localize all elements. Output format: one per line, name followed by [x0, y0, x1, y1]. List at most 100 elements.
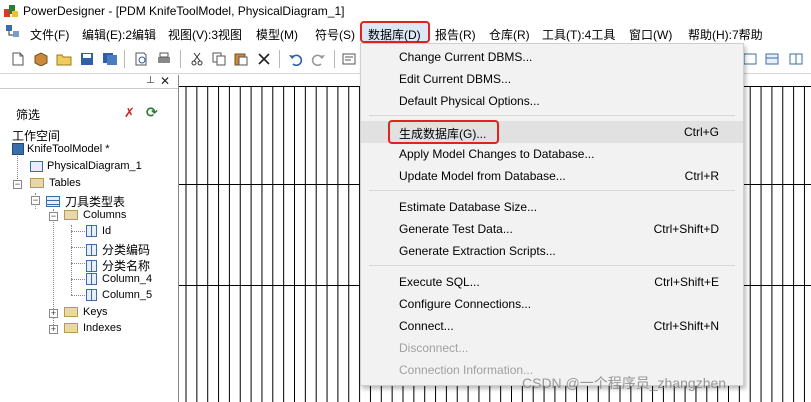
menu-item-estimate-size[interactable]: Estimate Database Size... [361, 196, 743, 218]
menu-item-execute-sql[interactable]: Execute SQL... Ctrl+Shift+E [361, 271, 743, 293]
new-model-icon[interactable] [33, 52, 49, 66]
menu-separator [369, 115, 735, 116]
tree-column-item[interactable]: 分类名称 [86, 257, 150, 274]
properties-icon[interactable] [341, 52, 357, 66]
model-icon [12, 143, 24, 155]
menu-edit[interactable]: 编辑(E):2编辑 [82, 26, 156, 43]
folder-icon [64, 323, 78, 333]
watermark: CSDN @一个程序员_zhangzhen [522, 375, 727, 391]
menu-window[interactable]: 窗口(W) [629, 26, 672, 43]
save-all-icon[interactable] [102, 52, 118, 66]
tree-columns-label: Columns [83, 209, 127, 221]
folder-icon [64, 210, 78, 220]
generate-database-highlight [388, 120, 499, 144]
print-preview-icon[interactable] [133, 52, 149, 66]
new-icon[interactable] [10, 52, 26, 66]
tree-column-item[interactable]: Id [86, 225, 111, 237]
menu-item-connect[interactable]: Connect... Ctrl+Shift+N [361, 315, 743, 337]
toolbar-right-1-icon[interactable] [742, 52, 758, 66]
tree-model-label: KnifeToolModel * [27, 143, 110, 155]
column-label: Column_5 [102, 289, 153, 301]
menu-item-default-physical-options[interactable]: Default Physical Options... [361, 90, 743, 112]
cut-icon[interactable] [189, 52, 205, 66]
menu-model[interactable]: 模型(M) [256, 26, 298, 43]
panel-header: ⊥ ✕ [0, 75, 178, 89]
refresh-icon[interactable]: ⟳ [146, 104, 158, 121]
column-icon [86, 259, 97, 272]
menu-item-disconnect: Disconnect... [399, 341, 469, 355]
print-icon[interactable] [156, 52, 172, 66]
menu-item-generate-test-data[interactable]: Generate Test Data... Ctrl+Shift+D [361, 218, 743, 240]
panel-close-icon[interactable]: ✕ [160, 75, 172, 87]
column-icon [86, 273, 97, 285]
copy-icon[interactable] [211, 52, 227, 66]
toolbar-right-3-icon[interactable] [788, 52, 804, 66]
indexes-expand-icon[interactable]: + [49, 325, 58, 334]
redo-icon[interactable] [310, 52, 326, 66]
tree-indexes[interactable]: Indexes [64, 322, 122, 334]
menu-item-update-model[interactable]: Update Model from Database... Ctrl+R [361, 165, 743, 187]
tree-keys[interactable]: Keys [64, 306, 107, 318]
toolbar-right-2-icon[interactable] [764, 52, 780, 66]
tree-tables-label: Tables [49, 177, 81, 189]
column-label: Column_4 [102, 273, 153, 285]
tables-collapse-icon[interactable]: − [13, 180, 22, 189]
tree-diagram-label: PhysicalDiagram_1 [47, 160, 142, 172]
folder-icon [64, 307, 78, 317]
pin-icon[interactable]: ⊥ [146, 76, 156, 86]
menu-item-change-dbms[interactable]: Change Current DBMS... [361, 46, 743, 68]
menu-view[interactable]: 视图(V):3视图 [168, 26, 242, 43]
tree-model[interactable]: KnifeToolModel * [12, 143, 110, 155]
clear-filter-icon[interactable]: ✗ [124, 105, 135, 121]
tree-column-item[interactable]: Column_5 [86, 289, 152, 301]
folder-icon [30, 178, 44, 188]
column-label: Id [102, 225, 112, 237]
table-collapse-icon[interactable]: − [31, 196, 40, 205]
column-icon [86, 225, 97, 237]
tree-tables[interactable]: Tables [30, 177, 81, 189]
paste-icon[interactable] [233, 52, 249, 66]
menu-item-configure-connections[interactable]: Configure Connections... [361, 293, 743, 315]
filter-input[interactable] [47, 103, 115, 121]
powerdesigner-app-icon [4, 4, 18, 18]
window-title: PowerDesigner - [PDM KnifeToolModel, Phy… [23, 4, 345, 18]
column-label: 分类编码 [102, 243, 151, 257]
workspace-menu-icon[interactable] [6, 25, 20, 39]
menu-file[interactable]: 文件(F) [30, 26, 69, 43]
menu-tools[interactable]: 工具(T):4工具 [542, 26, 615, 43]
column-icon [86, 243, 97, 256]
tree-column-item[interactable]: 分类编码 [86, 241, 150, 258]
keys-expand-icon[interactable]: + [49, 309, 58, 318]
filter-label: 筛选 [16, 108, 41, 122]
undo-icon[interactable] [288, 52, 304, 66]
menu-separator [369, 265, 735, 266]
menu-database[interactable]: 数据库(D) [368, 26, 421, 43]
open-icon[interactable] [56, 52, 72, 66]
save-icon[interactable] [79, 52, 95, 66]
menu-help[interactable]: 帮助(H):7帮助 [688, 26, 763, 43]
table-icon [46, 196, 60, 207]
menu-repository[interactable]: 仓库(R) [489, 26, 530, 43]
columns-collapse-icon[interactable]: − [49, 212, 58, 221]
tree-indexes-label: Indexes [83, 322, 122, 334]
title-bar: PowerDesigner - [PDM KnifeToolModel, Phy… [0, 0, 811, 22]
menu-separator [369, 190, 735, 191]
menu-item-apply-model-changes[interactable]: Apply Model Changes to Database... [361, 143, 743, 165]
tree-table-label: 刀具类型表 [65, 195, 126, 209]
tree-columns[interactable]: Columns [64, 209, 126, 221]
delete-icon[interactable] [256, 52, 272, 66]
menu-item-generate-extraction-scripts[interactable]: Generate Extraction Scripts... [361, 240, 743, 262]
database-menu-dropdown: Change Current DBMS... Edit Current DBMS… [360, 43, 744, 386]
column-label: 分类名称 [102, 259, 151, 273]
tree-diagram[interactable]: PhysicalDiagram_1 [30, 160, 142, 172]
tree-table[interactable]: 刀具类型表 [46, 193, 125, 210]
column-icon [86, 289, 97, 301]
tree-column-item[interactable]: Column_4 [86, 273, 152, 285]
menu-report[interactable]: 报告(R) [435, 26, 476, 43]
object-browser-panel: ⊥ ✕ 筛选 ✗ ⟳ 工作空间 KnifeToolModel * Physica… [0, 75, 178, 402]
tree-workspace[interactable]: 工作空间 [12, 127, 60, 144]
menu-item-edit-dbms[interactable]: Edit Current DBMS... [361, 68, 743, 90]
diagram-icon [30, 160, 43, 172]
tree-keys-label: Keys [83, 306, 108, 318]
menu-symbol[interactable]: 符号(S) [315, 26, 355, 43]
